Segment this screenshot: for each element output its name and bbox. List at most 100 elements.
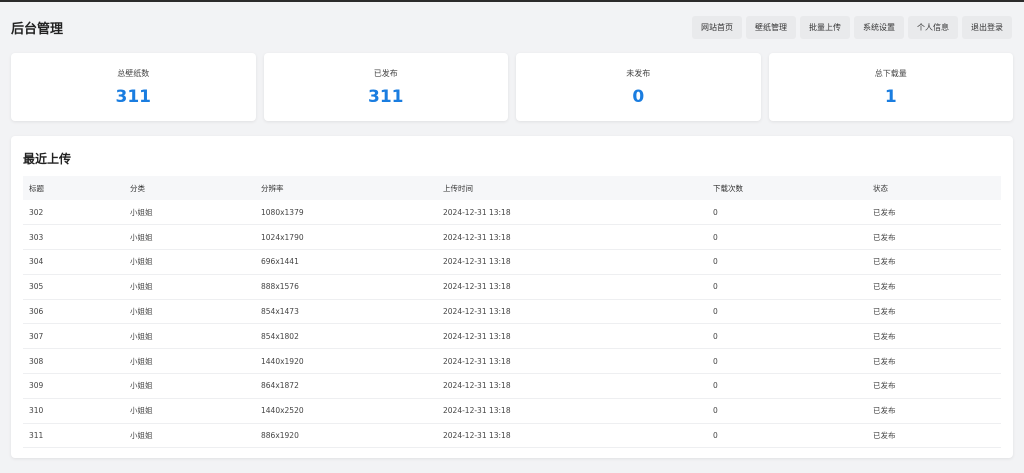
stat-card-published: 已发布 311	[263, 53, 508, 121]
cell-downloads: 0	[707, 373, 867, 399]
cell-upload-time: 2024-12-31 13:18	[437, 200, 707, 226]
cell-title: 308	[23, 348, 124, 375]
cell-upload-time: 2024-12-31 13:18	[437, 274, 707, 300]
table-row: 303 小姐姐 1024x1790 2024-12-31 13:18 0 已发布	[23, 224, 1001, 251]
nav-settings-button[interactable]: 系统设置	[854, 15, 904, 39]
cell-title: 305	[23, 274, 124, 300]
cell-title: 307	[23, 323, 124, 350]
nav-logout-button[interactable]: 退出登录	[962, 15, 1012, 39]
cell-title: 306	[23, 299, 124, 325]
cell-downloads: 0	[707, 224, 867, 251]
cell-downloads: 0	[707, 323, 867, 350]
table-row: 309 小姐姐 864x1872 2024-12-31 13:18 0 已发布	[23, 373, 1001, 399]
cell-status: 已发布	[867, 348, 1001, 375]
cell-title: 309	[23, 373, 124, 399]
cell-downloads: 0	[707, 200, 867, 226]
cell-upload-time: 2024-12-31 13:18	[437, 423, 707, 449]
cell-category: 小姐姐	[124, 323, 255, 350]
recent-uploads-panel: 最近上传 标题 分类 分辨率 上传时间 下载次数 状态 302 小姐姐 1080x1…	[11, 136, 1013, 458]
cell-downloads: 0	[707, 348, 867, 375]
cell-downloads: 0	[707, 423, 867, 449]
cell-resolution: 1080x1379	[255, 200, 437, 226]
cell-resolution: 1440x1920	[255, 348, 437, 375]
cell-category: 小姐姐	[124, 249, 255, 275]
cell-status: 已发布	[867, 323, 1001, 350]
cell-resolution: 888x1576	[255, 274, 437, 300]
stats-row: 总壁纸数 311 已发布 311 未发布 0 总下载量 1	[0, 53, 1024, 121]
cell-upload-time: 2024-12-31 13:18	[437, 249, 707, 275]
cell-title: 302	[23, 200, 124, 226]
cell-upload-time: 2024-12-31 13:18	[437, 373, 707, 399]
table-row: 308 小姐姐 1440x1920 2024-12-31 13:18 0 已发布	[23, 348, 1001, 375]
cell-title: 303	[23, 224, 124, 251]
nav-wallpaper-manage-button[interactable]: 壁纸管理	[746, 15, 796, 39]
nav-profile-button[interactable]: 个人信息	[908, 15, 958, 39]
recent-uploads-table: 标题 分类 分辨率 上传时间 下载次数 状态 302 小姐姐 1080x1379 20…	[23, 176, 1001, 449]
cell-resolution: 696x1441	[255, 249, 437, 275]
table-row: 311 小姐姐 886x1920 2024-12-31 13:18 0 已发布	[23, 423, 1001, 449]
stat-card-downloads: 总下载量 1	[768, 53, 1013, 121]
cell-category: 小姐姐	[124, 423, 255, 449]
nav-home-button[interactable]: 网站首页	[692, 15, 742, 39]
stat-card-total: 总壁纸数 311	[11, 53, 256, 121]
cell-category: 小姐姐	[124, 299, 255, 325]
cell-upload-time: 2024-12-31 13:18	[437, 348, 707, 375]
column-header-resolution: 分辨率	[261, 183, 284, 193]
top-nav: 网站首页 壁纸管理 批量上传 系统设置 个人信息 退出登录	[692, 15, 1012, 39]
column-header-title: 标题	[29, 183, 44, 193]
cell-resolution: 1440x2520	[255, 398, 437, 424]
stat-card-unpublished: 未发布 0	[516, 53, 761, 121]
cell-status: 已发布	[867, 274, 1001, 300]
cell-category: 小姐姐	[124, 200, 255, 226]
stat-value: 1	[884, 86, 897, 107]
cell-status: 已发布	[867, 224, 1001, 251]
cell-title: 304	[23, 249, 124, 275]
cell-category: 小姐姐	[124, 373, 255, 399]
cell-resolution: 854x1802	[255, 323, 437, 350]
stat-label: 已发布	[373, 68, 398, 78]
cell-upload-time: 2024-12-31 13:18	[437, 323, 707, 350]
column-header-upload-time: 上传时间	[443, 183, 473, 193]
cell-resolution: 1024x1790	[255, 224, 437, 251]
stat-value: 311	[368, 86, 404, 107]
cell-category: 小姐姐	[124, 224, 255, 251]
cell-downloads: 0	[707, 249, 867, 275]
cell-resolution: 864x1872	[255, 373, 437, 399]
cell-status: 已发布	[867, 423, 1001, 449]
table-row: 306 小姐姐 854x1473 2024-12-31 13:18 0 已发布	[23, 299, 1001, 325]
panel-title: 最近上传	[23, 152, 72, 166]
cell-downloads: 0	[707, 274, 867, 300]
cell-category: 小姐姐	[124, 398, 255, 424]
table-row: 305 小姐姐 888x1576 2024-12-31 13:18 0 已发布	[23, 274, 1001, 300]
cell-downloads: 0	[707, 398, 867, 424]
cell-status: 已发布	[867, 398, 1001, 424]
table-header-row: 标题 分类 分辨率 上传时间 下载次数 状态	[23, 176, 1001, 200]
app-title: 后台管理	[11, 21, 64, 37]
stat-value: 311	[115, 86, 152, 107]
table-row: 304 小姐姐 696x1441 2024-12-31 13:18 0 已发布	[23, 249, 1001, 275]
nav-batch-upload-button[interactable]: 批量上传	[800, 15, 850, 39]
cell-upload-time: 2024-12-31 13:18	[437, 224, 707, 251]
cell-title: 311	[23, 423, 124, 449]
cell-resolution: 854x1473	[255, 299, 437, 325]
cell-upload-time: 2024-12-31 13:18	[437, 299, 707, 325]
cell-category: 小姐姐	[124, 348, 255, 375]
column-header-downloads: 下载次数	[713, 183, 743, 193]
stat-label: 总壁纸数	[117, 68, 150, 78]
stat-label: 未发布	[626, 68, 651, 78]
column-header-status: 状态	[873, 183, 888, 193]
stat-value: 0	[632, 86, 645, 107]
cell-upload-time: 2024-12-31 13:18	[437, 398, 707, 424]
cell-downloads: 0	[707, 299, 867, 325]
table-body: 302 小姐姐 1080x1379 2024-12-31 13:18 0 已发布 303 小姐…	[23, 200, 1001, 449]
table-row: 307 小姐姐 854x1802 2024-12-31 13:18 0 已发布	[23, 323, 1001, 350]
cell-status: 已发布	[867, 200, 1001, 226]
cell-category: 小姐姐	[124, 274, 255, 300]
cell-status: 已发布	[867, 299, 1001, 325]
top-header: 后台管理 网站首页 壁纸管理 批量上传 系统设置 个人信息 退出登录	[0, 2, 1024, 52]
table-row: 302 小姐姐 1080x1379 2024-12-31 13:18 0 已发布	[23, 200, 1001, 226]
cell-status: 已发布	[867, 249, 1001, 275]
cell-resolution: 886x1920	[255, 423, 437, 449]
cell-title: 310	[23, 398, 124, 424]
cell-status: 已发布	[867, 373, 1001, 399]
